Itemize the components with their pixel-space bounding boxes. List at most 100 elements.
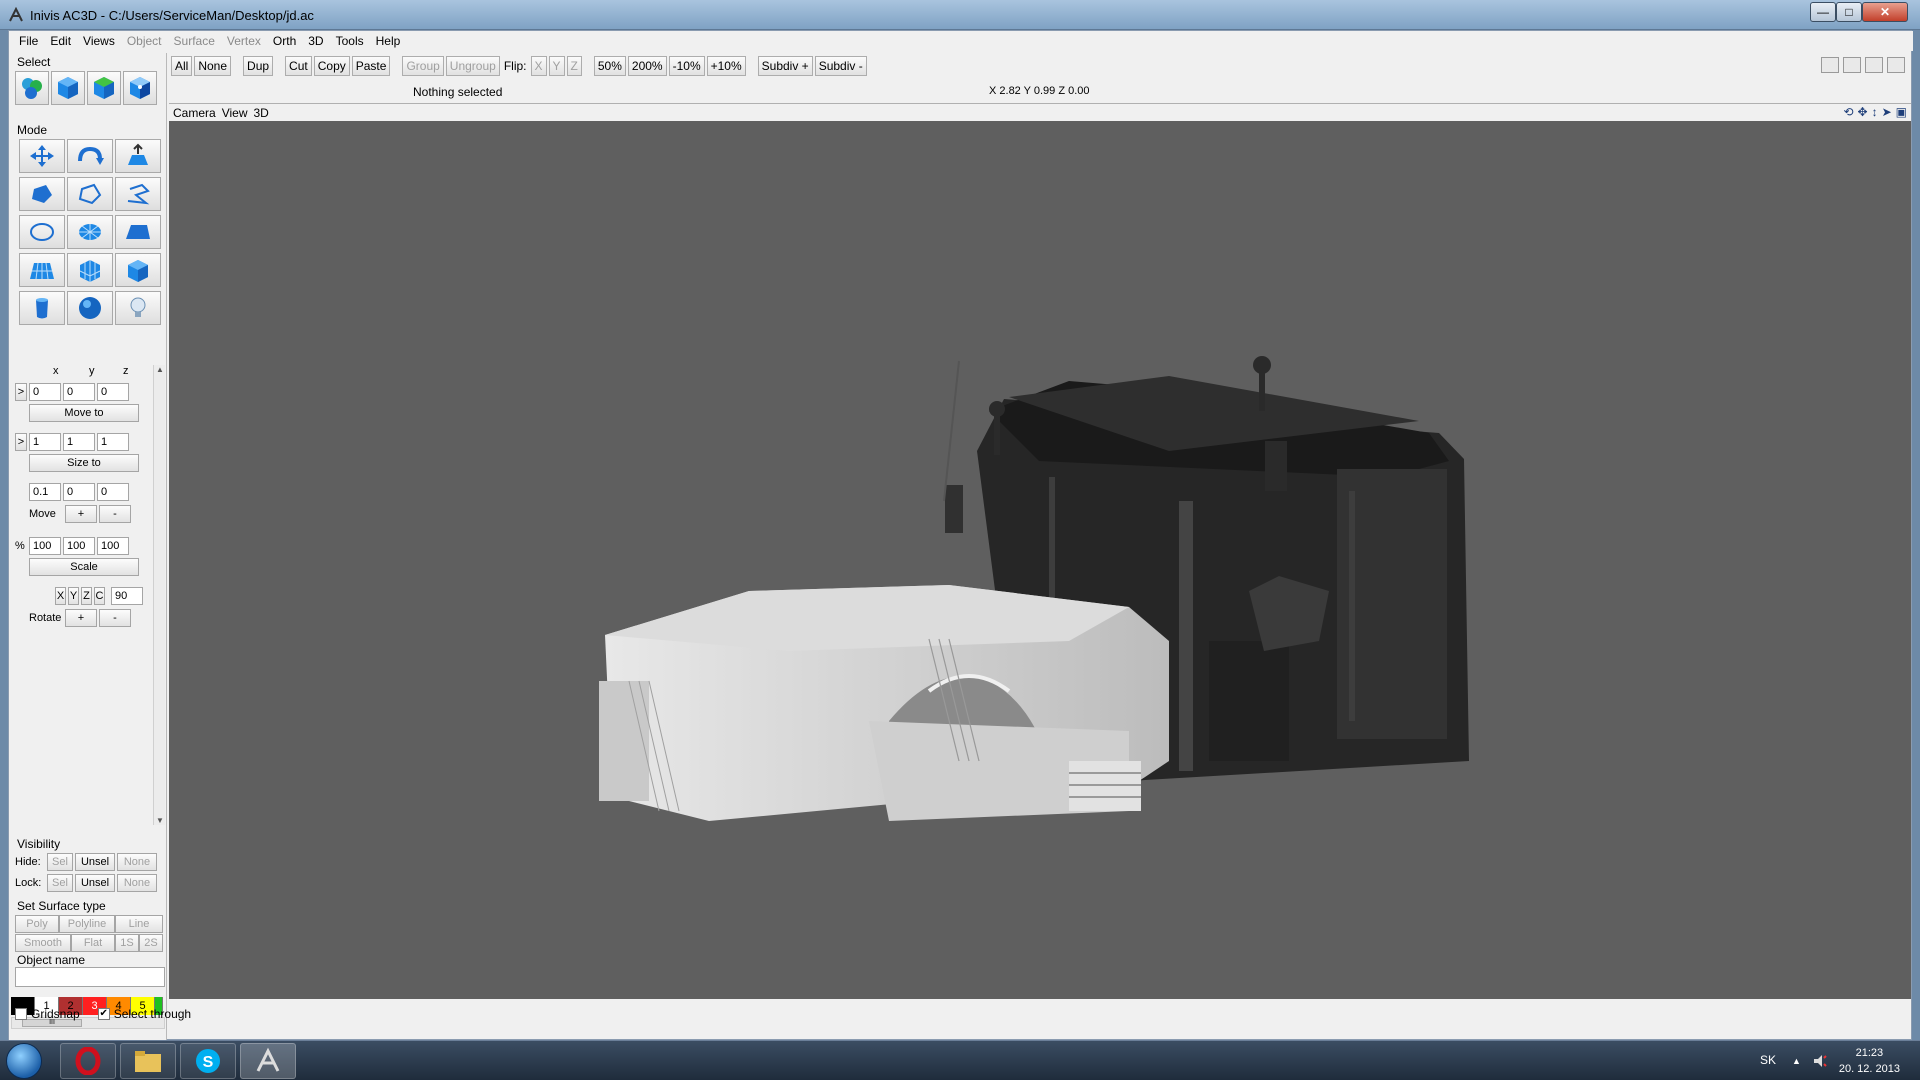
volume-icon[interactable]: [1812, 1053, 1828, 1069]
move-delta-x-input[interactable]: 0.1: [29, 483, 61, 501]
menu-help[interactable]: Help: [370, 34, 407, 48]
menu-file[interactable]: File: [13, 34, 44, 48]
cut-button[interactable]: Cut: [285, 56, 312, 76]
circle-mode-button[interactable]: [19, 215, 65, 249]
menu-orth[interactable]: Orth: [267, 34, 302, 48]
quad-view-icon[interactable]: [1887, 57, 1905, 73]
menu-tools[interactable]: Tools: [330, 34, 370, 48]
fly-view-icon[interactable]: ➤: [1882, 105, 1892, 119]
size-y-input[interactable]: 1: [63, 433, 95, 451]
view-menu[interactable]: View: [222, 106, 254, 120]
rotate-c-toggle[interactable]: C: [94, 587, 105, 605]
one-sided-button[interactable]: 1S: [115, 934, 139, 952]
rectangle-mode-button[interactable]: [115, 215, 161, 249]
extrude-mode-button[interactable]: [115, 139, 161, 173]
scale-x-input[interactable]: 100: [29, 537, 61, 555]
line-mode-button[interactable]: [115, 177, 161, 211]
taskbar-opera-button[interactable]: [60, 1043, 116, 1079]
rotate-mode-button[interactable]: [67, 139, 113, 173]
hide-none-button[interactable]: None: [117, 853, 157, 871]
select-object-button[interactable]: [51, 71, 85, 105]
rotate-z-toggle[interactable]: Z: [81, 587, 92, 605]
copy-button[interactable]: Copy: [313, 56, 350, 76]
start-button[interactable]: [6, 1043, 42, 1079]
menu-surface[interactable]: Surface: [168, 34, 221, 48]
flip-y-button[interactable]: Y: [548, 56, 565, 76]
lock-none-button[interactable]: None: [117, 874, 157, 892]
move-delta-y-input[interactable]: 0: [63, 483, 95, 501]
size-to-button[interactable]: Size to: [29, 454, 139, 472]
select-none-button[interactable]: None: [194, 56, 232, 76]
close-button[interactable]: ✕: [1862, 2, 1908, 22]
cylinder-mode-button[interactable]: [19, 291, 65, 325]
light-mode-button[interactable]: [115, 291, 161, 325]
poly-mode-button[interactable]: [19, 177, 65, 211]
position-x-input[interactable]: 0: [29, 383, 61, 401]
duplicate-button[interactable]: Dup: [243, 56, 274, 76]
position-y-input[interactable]: 0: [63, 383, 95, 401]
hide-sel-button[interactable]: Sel: [47, 853, 73, 871]
size-z-input[interactable]: 1: [97, 433, 129, 451]
scale-z-input[interactable]: 100: [97, 537, 129, 555]
surface-poly-button[interactable]: Poly: [15, 915, 59, 933]
menu-views[interactable]: Views: [77, 34, 121, 48]
ungroup-button[interactable]: Ungroup: [445, 56, 500, 76]
select-group-button[interactable]: [15, 71, 49, 105]
box-mode-button[interactable]: [115, 253, 161, 287]
disk-mode-button[interactable]: [67, 215, 113, 249]
gridsnap-box[interactable]: [15, 1008, 27, 1020]
taskbar-ac3d-button[interactable]: [240, 1043, 296, 1079]
minimize-button[interactable]: —: [1810, 2, 1836, 22]
gridsnap-checkbox[interactable]: Gridsnap: [15, 1007, 80, 1021]
dual-view-icon[interactable]: [1843, 57, 1861, 73]
select-all-button[interactable]: All: [171, 56, 193, 76]
menu-edit[interactable]: Edit: [44, 34, 77, 48]
scale-button[interactable]: Scale: [29, 558, 139, 576]
menu-vertex[interactable]: Vertex: [221, 34, 267, 48]
flip-z-button[interactable]: Z: [566, 56, 582, 76]
size-toggle[interactable]: >: [15, 433, 27, 451]
position-z-input[interactable]: 0: [97, 383, 129, 401]
menu-3d[interactable]: 3D: [302, 34, 329, 48]
triple-view-icon[interactable]: [1865, 57, 1883, 73]
zoom-200-button[interactable]: 200%: [627, 56, 667, 76]
move-delta-z-input[interactable]: 0: [97, 483, 129, 501]
move-minus-button[interactable]: -: [99, 505, 131, 523]
position-toggle[interactable]: >: [15, 383, 27, 401]
move-mode-button[interactable]: [19, 139, 65, 173]
subdiv-minus-button[interactable]: Subdiv -: [814, 56, 867, 76]
move-to-button[interactable]: Move to: [29, 404, 139, 422]
3d-viewport[interactable]: [169, 121, 1911, 999]
two-sided-button[interactable]: 2S: [139, 934, 163, 952]
zoom-view-icon[interactable]: ↕: [1872, 105, 1878, 119]
move-plus-button[interactable]: +: [65, 505, 97, 523]
tray-expand-icon[interactable]: ▲: [1792, 1056, 1801, 1066]
select-surface-button[interactable]: [87, 71, 121, 105]
smooth-button[interactable]: Smooth: [15, 934, 71, 952]
subdiv-plus-button[interactable]: Subdiv +: [757, 56, 813, 76]
maximize-button[interactable]: □: [1836, 2, 1862, 22]
polyline-mode-button[interactable]: [67, 177, 113, 211]
menu-object[interactable]: Object: [121, 34, 168, 48]
flat-button[interactable]: Flat: [71, 934, 115, 952]
object-name-input[interactable]: [15, 967, 165, 987]
sphere-mode-button[interactable]: [67, 291, 113, 325]
camera-menu[interactable]: Camera: [173, 106, 222, 120]
zoom-minus-10-button[interactable]: -10%: [668, 56, 705, 76]
taskbar-skype-button[interactable]: S: [180, 1043, 236, 1079]
rotate-plus-button[interactable]: +: [65, 609, 97, 627]
rotate-minus-button[interactable]: -: [99, 609, 131, 627]
flip-x-button[interactable]: X: [530, 56, 547, 76]
rotate-angle-input[interactable]: 90: [111, 587, 143, 605]
mesh-mode-button[interactable]: [19, 253, 65, 287]
surface-line-button[interactable]: Line: [115, 915, 163, 933]
surface-polyline-button[interactable]: Polyline: [59, 915, 115, 933]
size-x-input[interactable]: 1: [29, 433, 61, 451]
select-vertex-button[interactable]: [123, 71, 157, 105]
grid-box-mode-button[interactable]: [67, 253, 113, 287]
single-view-icon[interactable]: [1821, 57, 1839, 73]
zoom-50-button[interactable]: 50%: [593, 56, 626, 76]
rotate-x-toggle[interactable]: X: [55, 587, 66, 605]
scroll-up-icon[interactable]: ▲: [156, 365, 164, 374]
scale-y-input[interactable]: 100: [63, 537, 95, 555]
